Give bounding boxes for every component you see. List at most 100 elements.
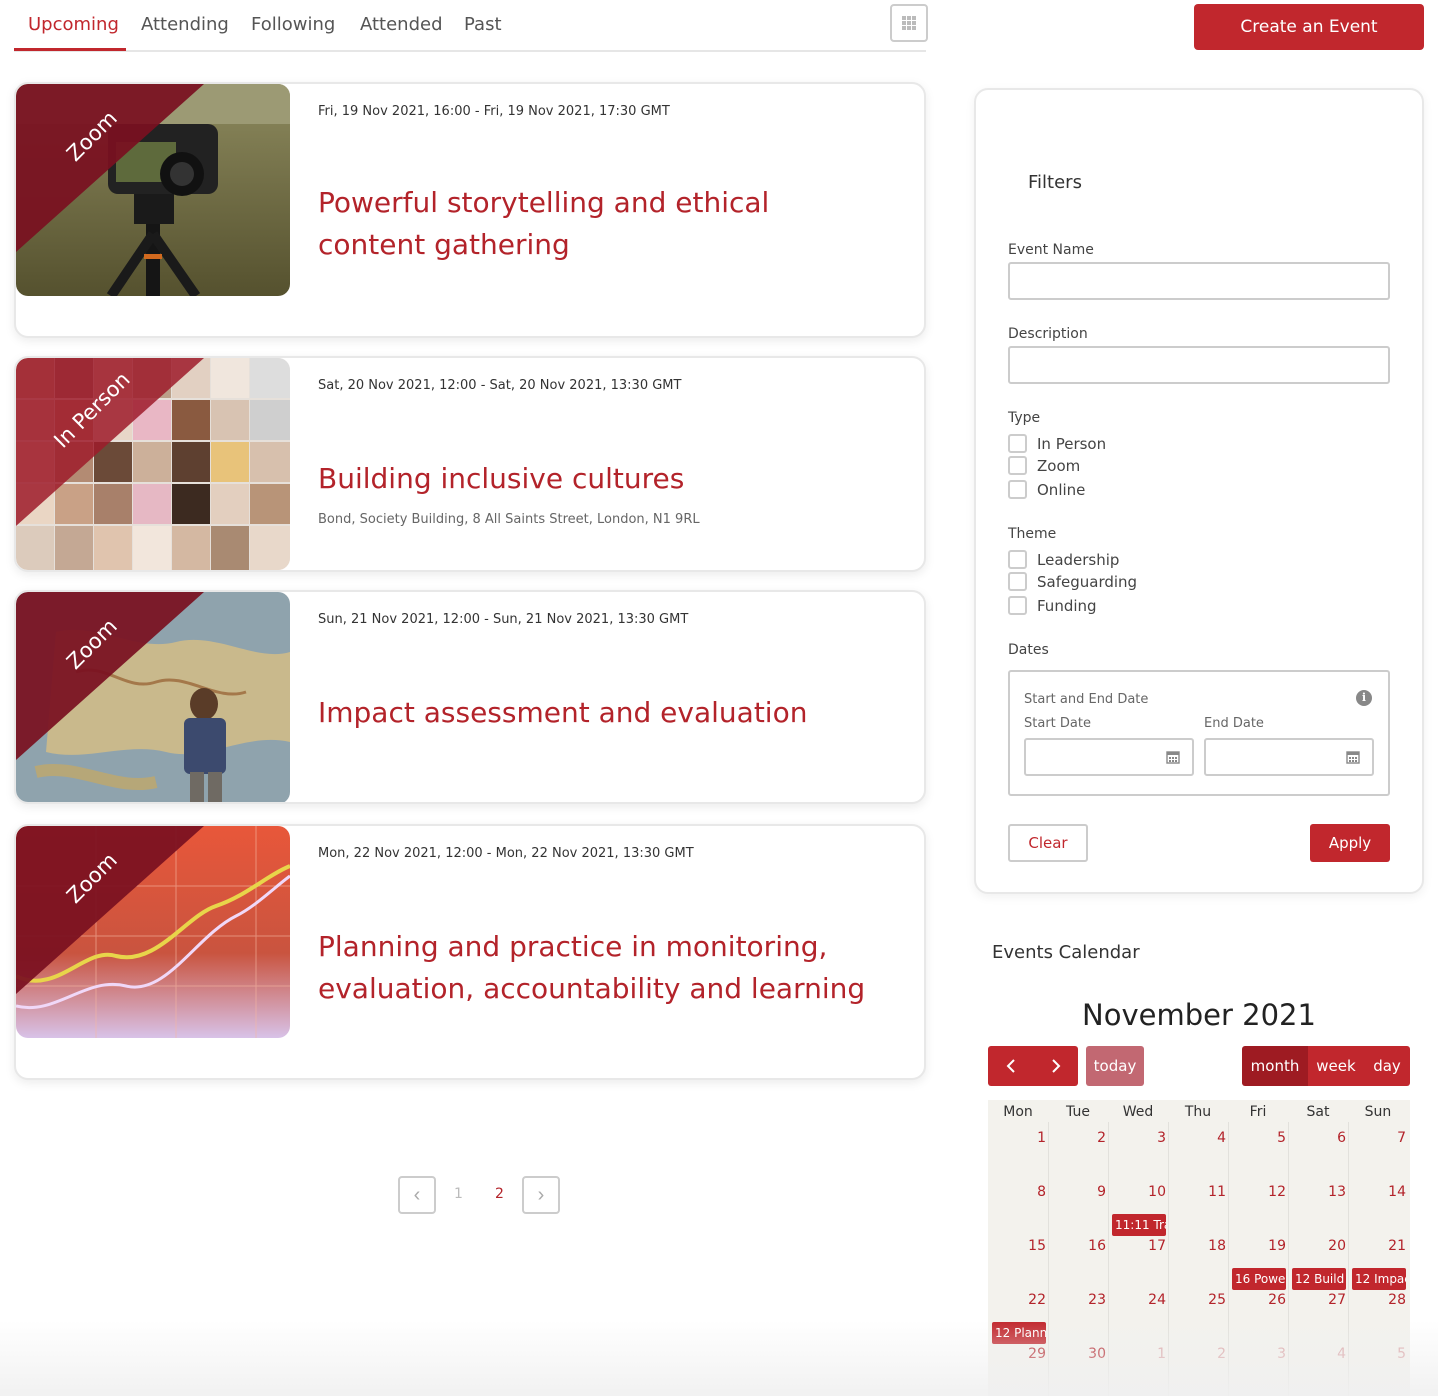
type-option-zoom[interactable]: Zoom <box>1008 456 1080 475</box>
calendar-day[interactable]: 4 <box>1168 1130 1226 1146</box>
theme-option-leadership[interactable]: Leadership <box>1008 550 1119 569</box>
calendar-day[interactable]: 17 <box>1108 1238 1166 1254</box>
view-week-button[interactable]: week <box>1308 1046 1364 1086</box>
description-input[interactable] <box>1008 346 1390 384</box>
calendar-day[interactable]: 23 <box>1048 1292 1106 1308</box>
theme-option-funding[interactable]: Funding <box>1008 596 1097 615</box>
calendar-day[interactable]: 8 <box>988 1184 1046 1200</box>
calendar-day[interactable]: 2 <box>1048 1130 1106 1146</box>
calendar-day[interactable]: 5 <box>1348 1346 1406 1362</box>
type-option-in-person[interactable]: In Person <box>1008 434 1106 453</box>
calendar-day[interactable]: 18 <box>1168 1238 1226 1254</box>
tab-following[interactable]: Following <box>251 14 335 35</box>
active-tab-indicator <box>14 48 126 51</box>
event-image-camera[interactable]: Zoom <box>16 84 290 296</box>
calendar-day[interactable]: 2 <box>1168 1346 1226 1362</box>
event-image-graph[interactable]: Zoom <box>16 826 290 1038</box>
end-date-input[interactable] <box>1204 738 1374 776</box>
tab-upcoming[interactable]: Upcoming <box>28 14 119 35</box>
event-name-input[interactable] <box>1008 262 1390 300</box>
calendar-day[interactable]: 15 <box>988 1238 1046 1254</box>
calendar-prev-button[interactable] <box>988 1046 1033 1086</box>
checkbox[interactable] <box>1008 480 1027 499</box>
page-number[interactable]: 2 <box>495 1186 504 1202</box>
calendar-day[interactable]: 4 <box>1288 1346 1346 1362</box>
calendar-day[interactable]: 24 <box>1108 1292 1166 1308</box>
calendar-day[interactable]: 1 <box>1108 1346 1166 1362</box>
calendar-today-button[interactable]: today <box>1086 1046 1144 1086</box>
calendar-day[interactable]: 21 <box>1348 1238 1406 1254</box>
calendar-day[interactable]: 30 <box>1048 1346 1106 1362</box>
calendar-day[interactable]: 9 <box>1048 1184 1106 1200</box>
prev-page-button[interactable]: ‹ <box>398 1176 436 1214</box>
checkbox[interactable] <box>1008 550 1027 569</box>
grid-view-button[interactable] <box>890 4 928 42</box>
create-event-button[interactable]: Create an Event <box>1194 4 1424 50</box>
calendar-day[interactable]: 10 <box>1108 1184 1166 1200</box>
event-date: Sun, 21 Nov 2021, 12:00 - Sun, 21 Nov 20… <box>318 612 689 627</box>
calendar-day[interactable]: 16 <box>1048 1238 1106 1254</box>
type-option-online[interactable]: Online <box>1008 480 1085 499</box>
description-label: Description <box>1008 326 1088 342</box>
tab-past[interactable]: Past <box>464 14 502 35</box>
calendar-day[interactable]: 26 <box>1228 1292 1286 1308</box>
calendar-day[interactable]: 29 <box>988 1346 1046 1362</box>
info-icon[interactable]: i <box>1356 690 1372 706</box>
event-image-faces[interactable]: In Person <box>16 358 290 570</box>
calendar-event[interactable]: 12 Impac <box>1352 1268 1406 1290</box>
calendar-day[interactable]: 27 <box>1288 1292 1346 1308</box>
calendar-day[interactable]: 6 <box>1288 1130 1346 1146</box>
event-title[interactable]: Impact assessment and evaluation <box>318 692 878 734</box>
clear-button[interactable]: Clear <box>1008 824 1088 862</box>
event-title[interactable]: Planning and practice in monitoring, eva… <box>318 926 878 1010</box>
theme-option-safeguarding[interactable]: Safeguarding <box>1008 572 1137 591</box>
calendar-day[interactable]: 20 <box>1288 1238 1346 1254</box>
tab-attending[interactable]: Attending <box>141 14 229 35</box>
apply-button[interactable]: Apply <box>1310 824 1390 862</box>
calendar-event[interactable]: 12 Plann <box>992 1322 1046 1344</box>
start-date-label: Start Date <box>1024 716 1091 731</box>
calendar-day[interactable]: 22 <box>988 1292 1046 1308</box>
calendar-day[interactable]: 13 <box>1288 1184 1346 1200</box>
calendar-day[interactable]: 19 <box>1228 1238 1286 1254</box>
event-date: Mon, 22 Nov 2021, 12:00 - Mon, 22 Nov 20… <box>318 846 694 861</box>
event-card[interactable]: Zoom Fri, 19 Nov 2021, 16:00 - Fri, 19 N… <box>14 82 926 338</box>
chevron-left-icon: ‹ <box>413 1183 421 1206</box>
calendar-event[interactable]: 12 Build <box>1292 1268 1346 1290</box>
calendar-day[interactable]: 1 <box>988 1130 1046 1146</box>
next-page-button[interactable]: › <box>522 1176 560 1214</box>
event-card[interactable]: In Person Sat, 20 Nov 2021, 12:00 - Sat,… <box>14 356 926 572</box>
event-title[interactable]: Powerful storytelling and ethical conten… <box>318 182 878 266</box>
event-name-label: Event Name <box>1008 242 1094 258</box>
calendar-day[interactable]: 3 <box>1228 1346 1286 1362</box>
checkbox[interactable] <box>1008 596 1027 615</box>
start-date-input[interactable] <box>1024 738 1194 776</box>
calendar-next-button[interactable] <box>1033 1046 1078 1086</box>
view-day-button[interactable]: day <box>1364 1046 1410 1086</box>
filters-title: Filters <box>1028 172 1082 193</box>
badge-ribbon <box>16 592 204 760</box>
event-card[interactable]: Zoom Sun, 21 Nov 2021, 12:00 - Sun, 21 N… <box>14 590 926 804</box>
calendar-day[interactable]: 7 <box>1348 1130 1406 1146</box>
checkbox[interactable] <box>1008 456 1027 475</box>
calendar-day[interactable]: 14 <box>1348 1184 1406 1200</box>
calendar-day[interactable]: 25 <box>1168 1292 1226 1308</box>
calendar-event[interactable]: 16 Powe <box>1232 1268 1286 1290</box>
tab-attended[interactable]: Attended <box>360 14 443 35</box>
calendar-day[interactable]: 28 <box>1348 1292 1406 1308</box>
weekday-header: Tue <box>1066 1104 1090 1120</box>
calendar-day[interactable]: 3 <box>1108 1130 1166 1146</box>
calendar-day[interactable]: 11 <box>1168 1184 1226 1200</box>
event-date: Fri, 19 Nov 2021, 16:00 - Fri, 19 Nov 20… <box>318 104 670 119</box>
checkbox[interactable] <box>1008 434 1027 453</box>
checkbox[interactable] <box>1008 572 1027 591</box>
event-image-map[interactable]: Zoom <box>16 592 290 802</box>
page-number[interactable]: 1 <box>454 1186 463 1202</box>
event-card[interactable]: Zoom Mon, 22 Nov 2021, 12:00 - Mon, 22 N… <box>14 824 926 1080</box>
event-title[interactable]: Building inclusive cultures <box>318 458 878 500</box>
view-month-button[interactable]: month <box>1242 1046 1308 1086</box>
theme-label: Theme <box>1008 526 1057 542</box>
calendar-event[interactable]: 11:11 Tra <box>1112 1214 1166 1236</box>
calendar-day[interactable]: 5 <box>1228 1130 1286 1146</box>
calendar-day[interactable]: 12 <box>1228 1184 1286 1200</box>
